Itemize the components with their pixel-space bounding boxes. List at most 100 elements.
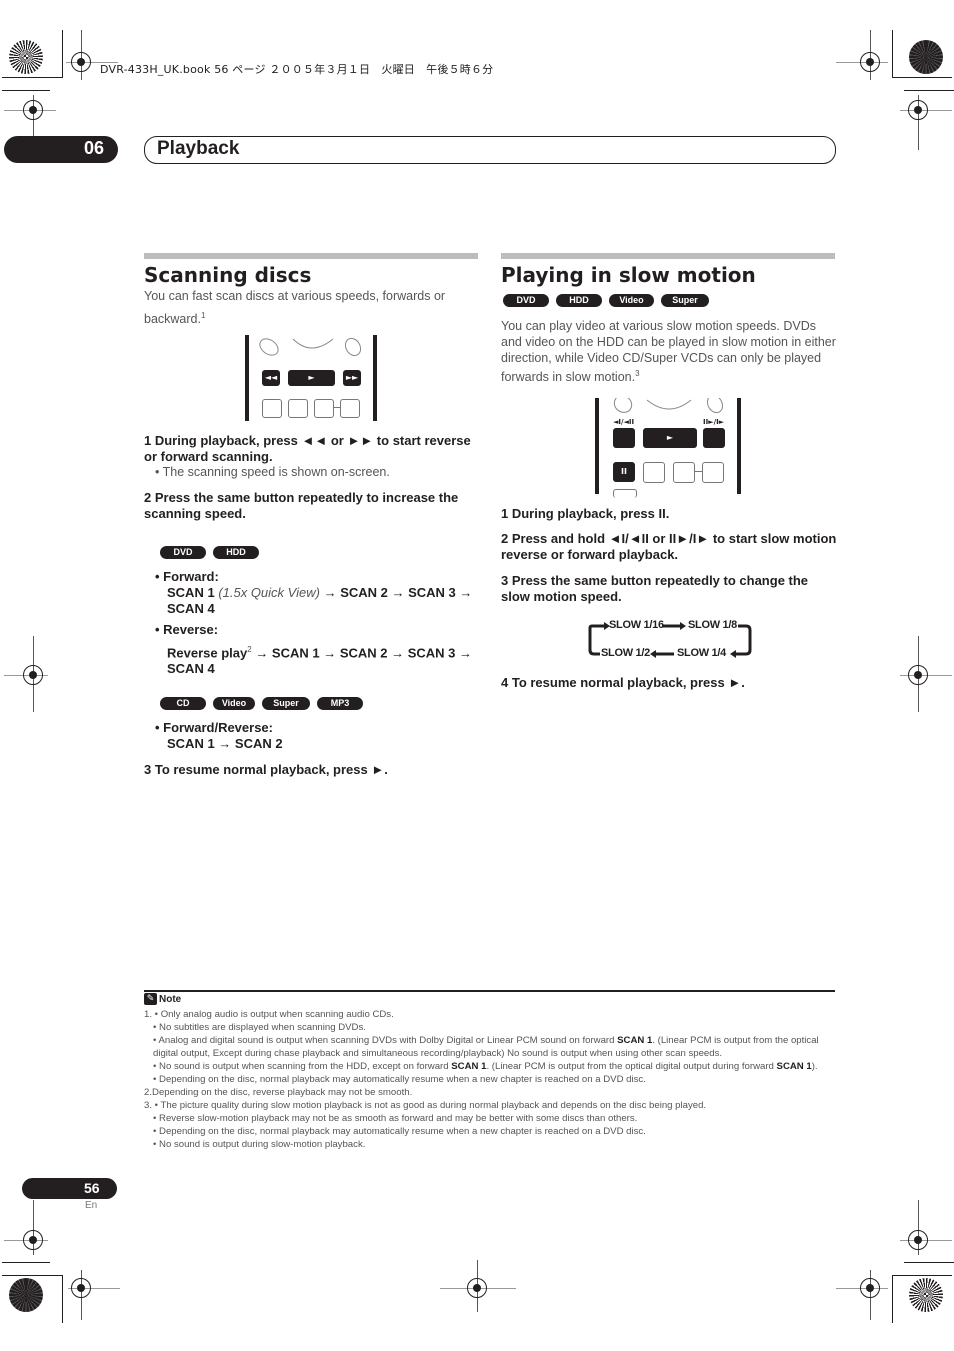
registration-target xyxy=(908,1230,928,1250)
disc-badges-slow: DVD HDD Video CD Super VCD xyxy=(503,294,709,318)
pause-icon: II xyxy=(621,467,627,476)
forward-reverse-seq: SCAN 1 → SCAN 2 xyxy=(167,736,283,751)
crop-mark xyxy=(62,30,63,78)
registration-target xyxy=(467,1278,487,1298)
play-icon: ► xyxy=(308,373,315,382)
registration-target xyxy=(908,665,928,685)
notes-heading: ✎ Note xyxy=(144,993,181,1005)
remote-button-outline xyxy=(288,399,308,418)
registration-target xyxy=(23,1230,43,1250)
slow-step-4: 4 To resume normal playback, press ►. xyxy=(501,675,745,690)
crop-mark xyxy=(2,1262,50,1263)
badge-video-cd: Video CD xyxy=(609,294,654,318)
registration-target xyxy=(71,52,91,72)
page-number: 56 xyxy=(84,1180,100,1196)
forward-seq-note: (1.5x Quick View) xyxy=(218,585,320,600)
cycle-slow-1-2: SLOW 1/2 xyxy=(601,647,650,659)
notes-list: 1. • Only analog audio is output when sc… xyxy=(144,1008,839,1151)
note-line: • No sound is output when scanning from … xyxy=(153,1061,818,1072)
scan-step-3: 3 To resume normal playback, press ►. xyxy=(144,762,388,777)
reverse-seq-start: Reverse play xyxy=(167,645,248,661)
badge-cd: CD xyxy=(160,697,206,710)
slow-step-1: 1 During playback, press II. xyxy=(501,506,670,521)
remote-button-outline xyxy=(314,399,334,418)
footnote-ref: 2 xyxy=(247,645,252,654)
play-icon: ► xyxy=(666,433,674,442)
registration-star-bottom-right xyxy=(909,1278,943,1312)
slow-intro: You can play video at various slow motio… xyxy=(501,318,837,385)
badge-dvd: DVD xyxy=(503,294,549,307)
registration-target xyxy=(71,1278,91,1298)
crop-mark xyxy=(892,1275,893,1323)
badge-video-cd: Video CD xyxy=(213,697,255,721)
disc-badges-dvd-hdd: DVD HDD xyxy=(160,546,259,559)
cycle-slow-1-16: SLOW 1/16 xyxy=(609,619,664,631)
section-rule xyxy=(501,253,835,259)
note-line: • Depending on the disc, normal playback… xyxy=(153,1126,646,1137)
slow-reverse-button[interactable] xyxy=(613,428,635,448)
note-line: • Analog and digital sound is output whe… xyxy=(153,1035,819,1059)
badge-hdd: HDD xyxy=(556,294,602,307)
reverse-sequence: • Reverse: Reverse play2 → SCAN 1 → SCAN… xyxy=(155,622,473,677)
registration-target xyxy=(908,100,928,120)
registration-star-top-right xyxy=(909,40,943,74)
badge-super-vcd: Super VCD xyxy=(661,294,709,318)
section-title-slow-motion: Playing in slow motion xyxy=(501,263,756,287)
scan-step-1-bullet: • The scanning speed is shown on-screen. xyxy=(155,465,390,479)
remote-button-outline xyxy=(702,462,724,483)
crop-mark xyxy=(892,30,893,78)
section-title-scanning: Scanning discs xyxy=(144,263,312,287)
page-number-tab xyxy=(22,1178,117,1199)
slow-reverse-label: ◄I/◄II xyxy=(613,418,635,426)
note-line: • No subtitles are displayed when scanni… xyxy=(153,1022,366,1033)
badge-dvd: DVD xyxy=(160,546,206,559)
scan-step-2: 2 Press the same button repeatedly to in… xyxy=(144,490,459,521)
footnote-ref: 1 xyxy=(200,311,206,320)
remote-connector xyxy=(333,407,340,408)
crop-mark xyxy=(2,77,62,78)
slow-forward-label: II►/I► xyxy=(703,418,725,426)
slow-forward-button[interactable] xyxy=(703,428,725,448)
remote-button-outline xyxy=(262,399,282,418)
registration-target xyxy=(860,52,880,72)
chapter-title: Playback xyxy=(157,138,240,159)
fast-forward-button[interactable]: ►► xyxy=(343,370,361,386)
rewind-button[interactable]: ◄◄ xyxy=(262,370,280,386)
section-rule xyxy=(144,253,478,259)
note-line: • Depending on the disc, normal playback… xyxy=(153,1074,646,1085)
remote-connector xyxy=(694,471,702,472)
slow-intro-text: You can play video at various slow motio… xyxy=(501,319,836,385)
badge-hdd: HDD xyxy=(213,546,259,559)
forward-sequence: • Forward: SCAN 1 (1.5x Quick View) → SC… xyxy=(155,569,473,616)
slow-step-2: 2 Press and hold ◄I/◄II or II►/I► to sta… xyxy=(501,531,837,562)
remote-illustration-scan: ◄◄ ► ►► xyxy=(245,335,377,421)
slow-speed-cycle: SLOW 1/16 SLOW 1/8 SLOW 1/4 SLOW 1/2 xyxy=(580,618,755,662)
reverse-label: Reverse: xyxy=(163,622,219,637)
registration-star-bottom-left xyxy=(9,1278,43,1312)
registration-target xyxy=(23,665,43,685)
note-number: 2. xyxy=(144,1087,153,1098)
note-line: 1. • Only analog audio is output when sc… xyxy=(144,1009,394,1020)
notes-rule xyxy=(144,990,835,992)
note-line: 2.Depending on the disc, reverse playbac… xyxy=(144,1087,413,1098)
crop-mark xyxy=(904,90,954,91)
forward-reverse-sequence: • Forward/Reverse: SCAN 1 → SCAN 2 xyxy=(155,720,479,752)
registration-target xyxy=(23,100,43,120)
note-number: 3. xyxy=(144,1100,155,1111)
crop-mark xyxy=(62,1275,63,1323)
cycle-slow-1-8: SLOW 1/8 xyxy=(688,619,737,631)
crop-mark xyxy=(2,1275,62,1276)
note-line: • No sound is output during slow-motion … xyxy=(153,1139,366,1150)
play-button[interactable]: ► xyxy=(643,428,697,448)
pause-button[interactable]: II xyxy=(613,462,635,482)
chapter-number: 06 xyxy=(84,138,105,158)
scanning-intro-text: You can fast scan discs at various speed… xyxy=(144,289,446,327)
remote-illustration-slow: ◄I/◄II II►/I► ► II xyxy=(595,398,741,498)
scanning-intro: You can fast scan discs at various speed… xyxy=(144,287,478,329)
scan-step-1: 1 During playback, press ◄◄ or ►► to sta… xyxy=(144,433,471,464)
page-language: En xyxy=(85,1200,98,1211)
crop-mark xyxy=(892,77,952,78)
remote-button-outline xyxy=(673,462,695,483)
pencil-note-icon: ✎ xyxy=(144,993,157,1005)
play-button[interactable]: ► xyxy=(288,370,335,386)
